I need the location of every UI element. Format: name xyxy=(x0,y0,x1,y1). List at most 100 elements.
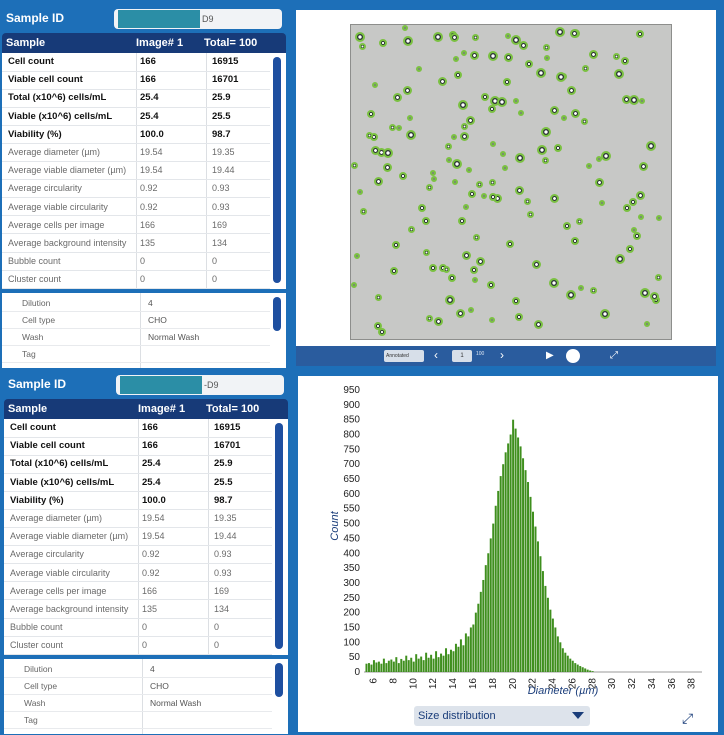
row-image-value: 166 xyxy=(140,219,156,230)
chart-type-dropdown[interactable]: Size distribution xyxy=(414,706,590,726)
row-image-value: 135 xyxy=(142,603,158,614)
view-mode-dropdown[interactable]: Annotated xyxy=(384,350,424,362)
y-tick-label: 0 xyxy=(354,667,360,678)
histogram-bar xyxy=(382,658,385,672)
detected-cell xyxy=(504,53,513,62)
y-tick-label: 100 xyxy=(343,637,360,648)
size-distribution-panel: 0 50 100 150 200 250 300 350 400 450 500 550 600 650 7… xyxy=(298,376,718,732)
table-row: Average viable circularity 0.92 0.93 xyxy=(2,198,270,217)
y-tick-label: 300 xyxy=(343,578,360,589)
x-tick-label: 36 xyxy=(667,678,678,690)
play-icon[interactable]: ▶ xyxy=(546,350,554,361)
page-number-input[interactable]: 1 xyxy=(452,350,472,362)
sample-info-label: Tag xyxy=(24,715,38,725)
row-label: Viability (%) xyxy=(8,128,62,140)
histogram-bar xyxy=(467,636,470,672)
histogram-bar xyxy=(554,627,557,672)
sample-info-label: Wash xyxy=(22,332,44,342)
detected-cell xyxy=(525,60,533,68)
row-label: Bubble count xyxy=(8,255,61,266)
x-tick-label: 18 xyxy=(488,678,499,690)
results-scrollbar[interactable] xyxy=(273,57,281,283)
detected-cell xyxy=(626,245,634,253)
expand-icon[interactable]: ⤢ xyxy=(682,710,693,727)
detected-cell xyxy=(374,322,382,330)
sample-id-field[interactable]: -D9 xyxy=(116,375,284,395)
x-tick-label: 34 xyxy=(647,678,658,690)
detected-cell xyxy=(374,177,383,186)
sample-info-scrollbar[interactable] xyxy=(275,663,283,697)
detected-cell xyxy=(468,190,476,198)
detected-cell xyxy=(488,51,498,61)
histogram-bar xyxy=(507,443,510,672)
row-label: Bubble count xyxy=(10,621,63,632)
row-total-value: 19.44 xyxy=(212,165,235,176)
row-total-value: 0.93 xyxy=(212,201,230,212)
detected-cell xyxy=(502,165,508,171)
detected-cell xyxy=(481,193,487,199)
sample-info-scrollbar[interactable] xyxy=(273,297,281,331)
histogram-bar xyxy=(377,661,380,672)
detected-cell xyxy=(357,189,363,195)
histogram-bar xyxy=(536,541,539,672)
histogram-bar xyxy=(519,446,522,672)
results-table-header: Sample Image# 1 Total= 100 xyxy=(4,399,288,419)
row-label: Cell count xyxy=(10,422,56,434)
detected-cell xyxy=(448,274,456,282)
table-row: Viable (x10^6) cells/mL 25.4 25.5 xyxy=(4,473,272,492)
chevron-left-icon[interactable]: ‹ xyxy=(434,348,438,362)
histogram-bar xyxy=(420,656,423,672)
sample-info-row: Cell type CHO xyxy=(4,678,272,695)
histogram-bar xyxy=(412,661,415,672)
x-tick-label: 8 xyxy=(388,678,399,684)
histogram-bar xyxy=(556,636,559,672)
detected-cell xyxy=(446,157,452,163)
y-tick-label: 800 xyxy=(343,430,360,441)
row-image-value: 0 xyxy=(142,621,148,632)
table-row: Cluster count 0 0 xyxy=(2,270,270,289)
table-row: Viable (x10^6) cells/mL 25.4 25.5 xyxy=(2,107,270,126)
detected-cell xyxy=(544,55,550,61)
sample-id-suffix: D9 xyxy=(202,14,214,24)
detected-cell xyxy=(646,141,656,151)
histogram-bar xyxy=(370,664,373,672)
sample-id-bar: Sample ID -D9 xyxy=(4,372,288,396)
histogram-bar xyxy=(482,579,485,672)
playback-slider-knob[interactable] xyxy=(566,349,580,363)
row-label: Average circularity xyxy=(8,183,82,194)
sample-id-field[interactable]: D9 xyxy=(114,9,282,29)
histogram-bar xyxy=(367,663,370,672)
detected-cell xyxy=(355,32,365,42)
histogram-bar xyxy=(549,609,552,672)
detected-cell xyxy=(452,159,462,169)
expand-icon[interactable]: ⤢ xyxy=(610,350,618,361)
histogram-bar xyxy=(435,651,438,672)
histogram-bar xyxy=(417,658,420,672)
histogram-bar xyxy=(479,591,482,672)
chevron-right-icon[interactable]: › xyxy=(500,348,504,362)
histogram-bar xyxy=(390,659,393,672)
sample-id-redaction xyxy=(120,376,202,394)
detected-cell xyxy=(359,43,366,50)
histogram-bar xyxy=(385,663,388,672)
results-scrollbar[interactable] xyxy=(275,423,283,649)
histogram-bar xyxy=(430,654,433,672)
detected-cell xyxy=(466,116,475,125)
detected-cell xyxy=(351,162,358,169)
detected-cell xyxy=(403,36,413,46)
row-total-value: 25.9 xyxy=(214,458,233,470)
y-tick-label: 950 xyxy=(343,385,360,396)
histogram-bar xyxy=(494,505,497,672)
x-tick-label: 38 xyxy=(687,678,698,690)
row-image-value: 166 xyxy=(142,422,158,434)
detected-cell xyxy=(599,200,605,206)
cell-micrograph[interactable] xyxy=(350,24,672,340)
histogram-bar xyxy=(457,646,460,672)
histogram-bar xyxy=(586,669,589,672)
row-image-value: 166 xyxy=(142,585,158,596)
table-row: Bubble count 0 0 xyxy=(4,618,272,637)
sample-info-row: Dilution 4 xyxy=(2,295,270,312)
row-image-value: 135 xyxy=(140,237,156,248)
histogram-bar xyxy=(410,657,413,672)
y-tick-label: 400 xyxy=(343,548,360,559)
